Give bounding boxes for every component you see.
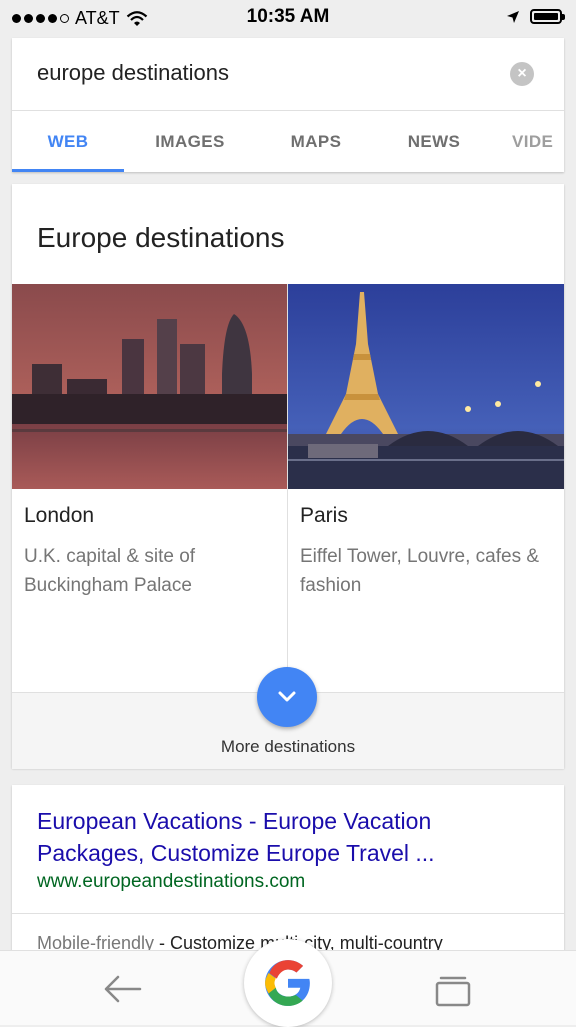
back-arrow-icon[interactable] — [100, 971, 144, 1007]
chevron-down-icon — [278, 691, 296, 702]
tab-news[interactable]: NEWS — [378, 111, 490, 172]
status-right — [506, 9, 565, 24]
search-input[interactable]: europe destinations — [37, 60, 229, 86]
destination-description: Eiffel Tower, Louvre, cafes & fashion — [300, 546, 540, 596]
tab-maps[interactable]: MAPS — [260, 111, 372, 172]
destinations-heading: Europe destinations — [37, 222, 285, 253]
location-arrow-icon — [507, 10, 519, 23]
destinations-card: Europe destinations London U.K. capital … — [12, 184, 564, 769]
tab-images[interactable]: IMAGES — [130, 111, 250, 172]
tab-web[interactable]: WEB — [12, 111, 124, 172]
active-tab-indicator — [12, 169, 124, 172]
status-bar: AT&T 10:35 AM — [0, 0, 576, 36]
divider — [12, 913, 564, 914]
clock: 10:35 AM — [246, 6, 330, 27]
google-home-button[interactable] — [244, 939, 332, 1027]
paris-photo — [288, 284, 564, 489]
more-destinations-bar[interactable]: More destinations — [12, 667, 564, 769]
london-photo — [12, 284, 287, 489]
expand-button[interactable] — [257, 667, 317, 727]
battery-icon — [530, 9, 565, 24]
tab-videos[interactable]: VIDE — [512, 111, 564, 172]
google-g-icon — [265, 960, 310, 1006]
search-tabs: WEB IMAGES MAPS NEWS VIDE — [12, 111, 564, 172]
result-url: www.europeandestinations.com — [37, 871, 306, 892]
destination-tile-london[interactable]: London U.K. capital & site of Buckingham… — [12, 284, 288, 692]
clear-icon[interactable]: × — [510, 62, 534, 86]
search-bar[interactable]: europe destinations × — [12, 38, 564, 111]
destination-tile-paris[interactable]: Paris Eiffel Tower, Louvre, cafes & fash… — [288, 284, 564, 692]
bottom-navigation — [0, 939, 576, 1027]
more-destinations-label[interactable]: More destinations — [12, 737, 564, 757]
tabs-icon[interactable] — [434, 973, 472, 1007]
result-title-link[interactable]: European Vacations - Europe Vacation Pac… — [37, 805, 537, 869]
destination-description: U.K. capital & site of Buckingham Palace — [24, 546, 196, 596]
search-card: europe destinations × WEB IMAGES MAPS NE… — [12, 38, 564, 172]
destination-name: Paris — [300, 504, 348, 527]
destination-name: London — [24, 504, 95, 527]
